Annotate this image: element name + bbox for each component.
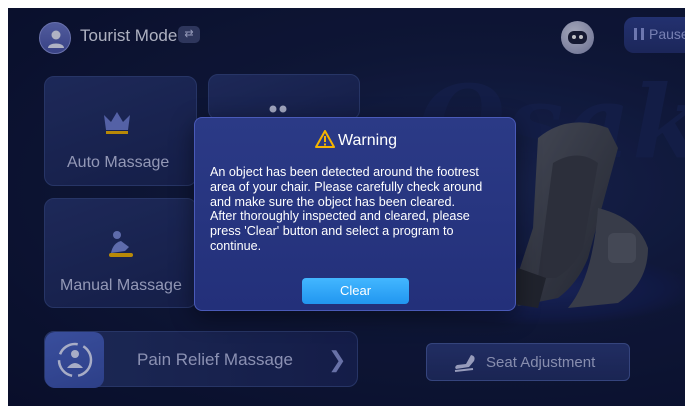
dialog-line: After thoroughly inspected and cleared, …	[210, 209, 470, 224]
dialog-title-text: Warning	[338, 132, 397, 149]
warning-icon	[315, 130, 335, 148]
dialog-title: Warning	[195, 130, 517, 150]
app-screen: Tourist Mode ⇄ Pause Osaki Auto Massage	[8, 8, 685, 406]
clear-button[interactable]: Clear	[302, 278, 409, 304]
warning-dialog: Warning An object has been detected arou…	[194, 117, 516, 311]
dialog-line: and make sure the object has been cleare…	[210, 194, 456, 209]
dialog-line: An object has been detected around the f…	[210, 165, 479, 179]
dialog-line: continue.	[210, 238, 262, 253]
dialog-line: area of your chair. Please carefully che…	[210, 179, 483, 194]
dialog-line: press 'Clear' button and select a progra…	[210, 224, 454, 239]
dialog-message: An object has been detected around the f…	[210, 165, 510, 254]
